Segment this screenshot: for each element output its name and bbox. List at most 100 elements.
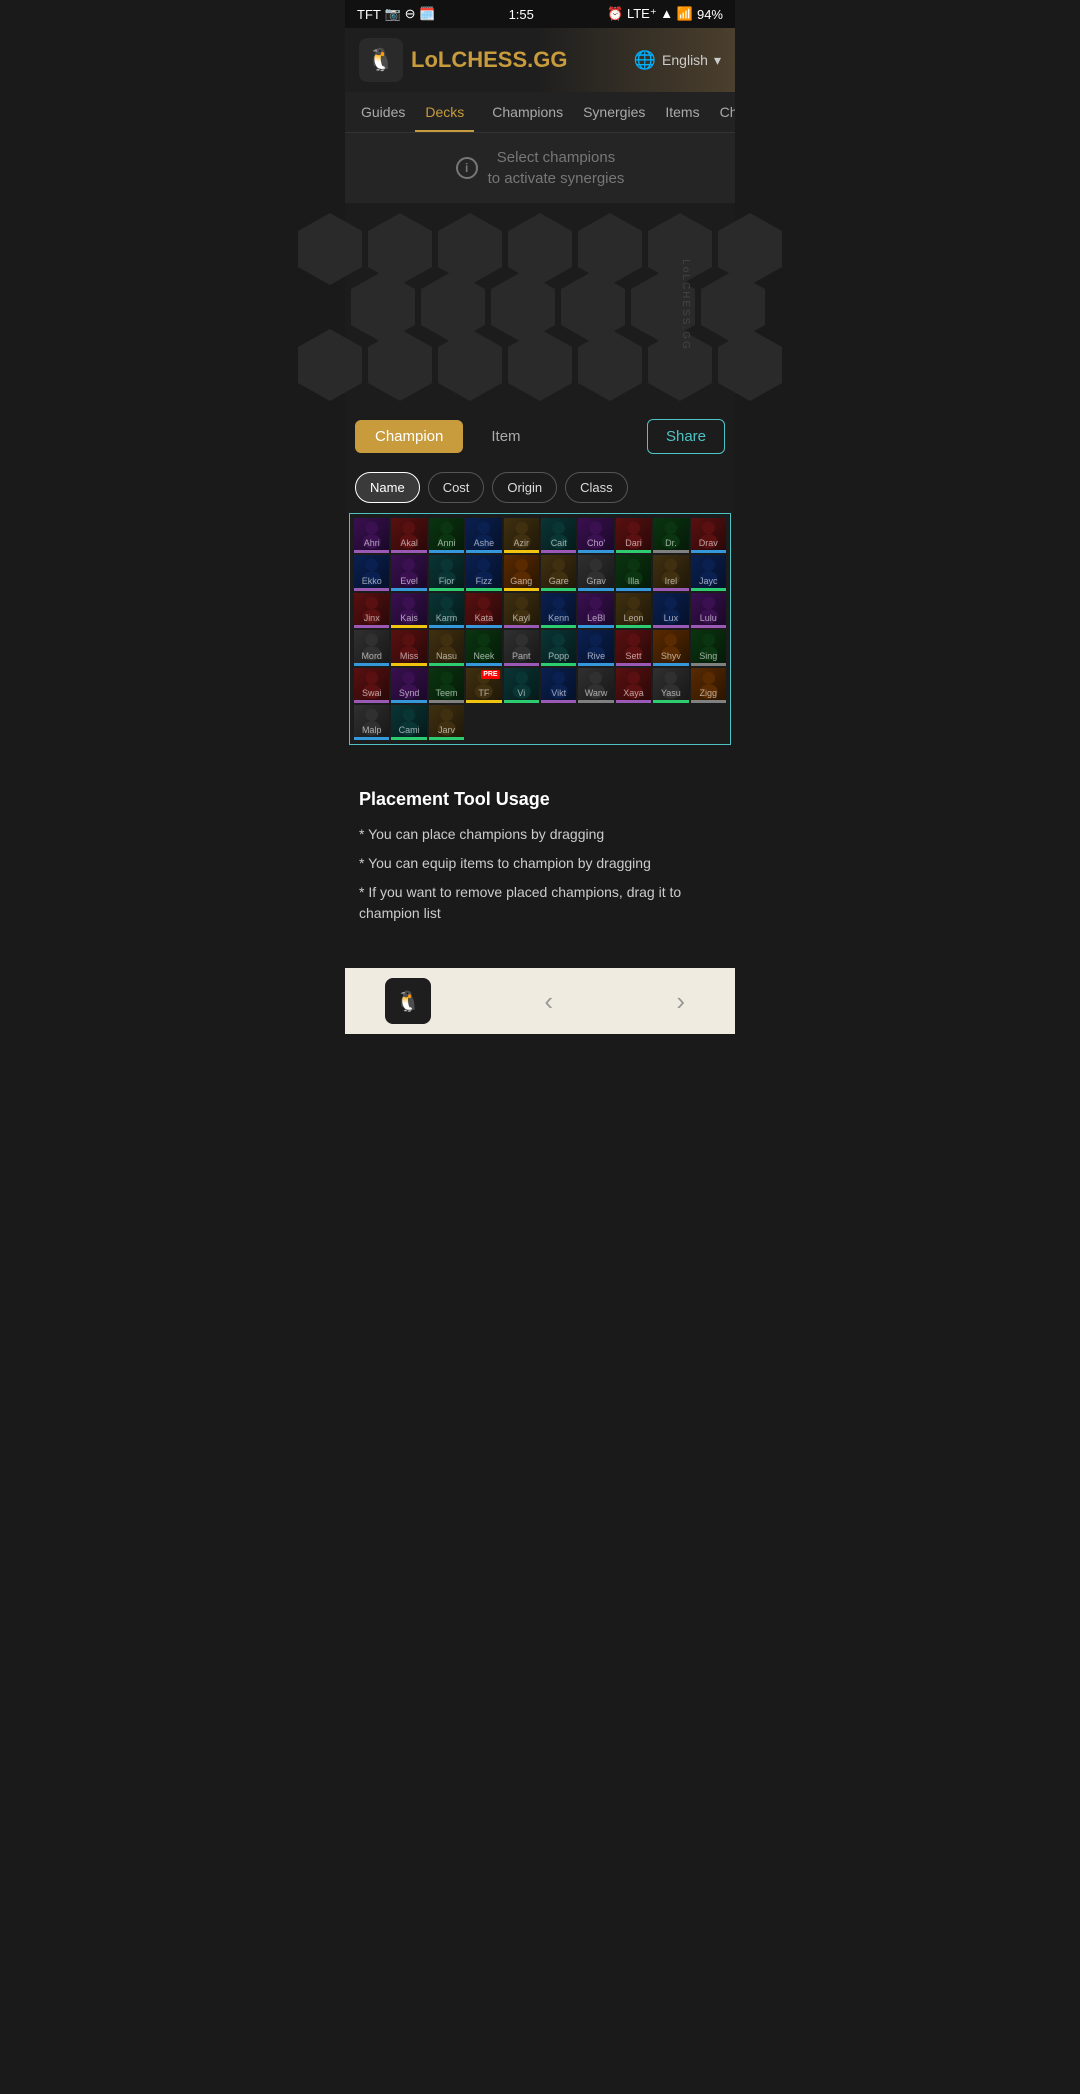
champ-name: Ashe xyxy=(466,538,501,548)
champ-cell-leblanc[interactable]: LeBl xyxy=(578,593,613,628)
champ-name: Sett xyxy=(616,651,651,661)
champ-cell-chogath[interactable]: Cho' xyxy=(578,518,613,553)
forward-button[interactable]: › xyxy=(666,980,695,1023)
champ-name: Kais xyxy=(391,613,426,623)
champ-name: Vikt xyxy=(541,688,576,698)
champ-cell-singed[interactable]: Sing xyxy=(691,630,726,665)
tab-group: Champion Item xyxy=(355,420,541,453)
champ-name: Yasu xyxy=(653,688,688,698)
sort-cost[interactable]: Cost xyxy=(428,472,485,503)
sort-origin[interactable]: Origin xyxy=(492,472,557,503)
champ-cell-jarvan[interactable]: Jarv xyxy=(429,705,464,740)
hex-cell[interactable] xyxy=(298,329,362,401)
champ-cell-caitlyn[interactable]: Cait xyxy=(541,518,576,553)
champ-name: Karm xyxy=(429,613,464,623)
champ-cell-draven[interactable]: Drav xyxy=(691,518,726,553)
champ-cell-azir[interactable]: Azir xyxy=(504,518,539,553)
watermark: LoLCHESS.GG xyxy=(680,259,691,350)
champ-cell-ekko[interactable]: Ekko xyxy=(354,555,389,590)
synergy-hint: i Select championsto activate synergies xyxy=(345,133,735,203)
champ-cell-ashe[interactable]: Ashe xyxy=(466,518,501,553)
champ-cell-akali[interactable]: Akal xyxy=(391,518,426,553)
champ-cell-mordekaiser[interactable]: Mord xyxy=(354,630,389,665)
champ-cell-graves[interactable]: Grav xyxy=(578,555,613,590)
champ-cell-syndra[interactable]: Synd xyxy=(391,668,426,703)
status-right: ⏰ LTE⁺ ▲ 📶 94% xyxy=(607,6,723,22)
champ-cell-ziggs[interactable]: Zigg xyxy=(691,668,726,703)
back-button[interactable]: ‹ xyxy=(534,980,563,1023)
champ-cell-lulu[interactable]: Lulu xyxy=(691,593,726,628)
language-selector[interactable]: 🌐 English ▾ xyxy=(634,50,721,71)
champ-cell-fizz[interactable]: Fizz xyxy=(466,555,501,590)
champ-cell-teemo[interactable]: Teem xyxy=(429,668,464,703)
sort-class[interactable]: Class xyxy=(565,472,628,503)
champ-cell-missfortune[interactable]: Miss xyxy=(391,630,426,665)
champ-cell-fiora[interactable]: Fior xyxy=(429,555,464,590)
nav-decks[interactable]: Decks xyxy=(415,92,474,132)
champ-name: Jinx xyxy=(354,613,389,623)
champ-cell-viktor[interactable]: Vikt xyxy=(541,668,576,703)
champ-cell-yasuo[interactable]: Yasu xyxy=(653,668,688,703)
nav-champions[interactable]: Champions xyxy=(482,92,573,132)
champ-name: Malp xyxy=(354,725,389,735)
nav-synergies[interactable]: Synergies xyxy=(573,92,655,132)
champ-cell-sett[interactable]: Sett xyxy=(616,630,651,665)
sort-name[interactable]: Name xyxy=(355,472,420,503)
item-tab[interactable]: Item xyxy=(471,420,540,453)
champ-name: Kayl xyxy=(504,613,539,623)
champ-name: Lulu xyxy=(691,613,726,623)
champ-name: Popp xyxy=(541,651,576,661)
champ-cell-nasus[interactable]: Nasu xyxy=(429,630,464,665)
language-label: English xyxy=(662,52,708,68)
champ-name: Kenn xyxy=(541,613,576,623)
champion-tab[interactable]: Champion xyxy=(355,420,463,453)
nav-items[interactable]: Items xyxy=(655,92,709,132)
champ-cell-jayce[interactable]: Jayc xyxy=(691,555,726,590)
nav-cheat-sheet[interactable]: Cheat Sheet xyxy=(710,92,735,132)
champ-cell-camille[interactable]: Cami xyxy=(391,705,426,740)
nav-guides[interactable]: Guides xyxy=(351,92,415,132)
champ-name: Anni xyxy=(429,538,464,548)
champ-cell-kennen[interactable]: Kenn xyxy=(541,593,576,628)
champ-name: Jayc xyxy=(691,576,726,586)
champ-name: Swai xyxy=(354,688,389,698)
champ-cell-tf[interactable]: PRETF xyxy=(466,668,501,703)
champ-cell-leona[interactable]: Leon xyxy=(616,593,651,628)
champ-cell-drmundo[interactable]: Dr. xyxy=(653,518,688,553)
champ-cell-kayle[interactable]: Kayl xyxy=(504,593,539,628)
champ-cell-shyvana[interactable]: Shyv xyxy=(653,630,688,665)
champ-cell-kaisa[interactable]: Kais xyxy=(391,593,426,628)
champ-cell-vi[interactable]: Vi xyxy=(504,668,539,703)
champ-cell-annie[interactable]: Anni xyxy=(429,518,464,553)
champ-cell-poppy[interactable]: Popp xyxy=(541,630,576,665)
champ-cell-ahri[interactable]: Ahri xyxy=(354,518,389,553)
champ-cell-evelynn[interactable]: Evel xyxy=(391,555,426,590)
hex-cell[interactable] xyxy=(438,329,502,401)
champ-cell-pantheon[interactable]: Pant xyxy=(504,630,539,665)
champ-cell-neeko[interactable]: Neek xyxy=(466,630,501,665)
champ-cell-xayah[interactable]: Xaya xyxy=(616,668,651,703)
champ-cell-garen[interactable]: Gare xyxy=(541,555,576,590)
hex-cell[interactable] xyxy=(718,329,782,401)
champ-cell-gangplank[interactable]: Gang xyxy=(504,555,539,590)
pre-badge: PRE xyxy=(481,670,499,679)
champ-cell-jinx[interactable]: Jinx xyxy=(354,593,389,628)
champ-cell-warwick[interactable]: Warw xyxy=(578,668,613,703)
champ-cell-katarina[interactable]: Kata xyxy=(466,593,501,628)
champ-name: Neek xyxy=(466,651,501,661)
champ-cell-lux[interactable]: Lux xyxy=(653,593,688,628)
champ-name: Rive xyxy=(578,651,613,661)
champ-name: Cho' xyxy=(578,538,613,548)
champ-cell-illaoi[interactable]: Illa xyxy=(616,555,651,590)
hex-cell[interactable] xyxy=(578,329,642,401)
champ-cell-riven[interactable]: Rive xyxy=(578,630,613,665)
share-button[interactable]: Share xyxy=(647,419,725,454)
globe-icon: 🌐 xyxy=(634,50,656,71)
hex-cell[interactable] xyxy=(508,329,572,401)
champ-cell-swain[interactable]: Swai xyxy=(354,668,389,703)
hex-cell[interactable] xyxy=(368,329,432,401)
champ-cell-karma[interactable]: Karm xyxy=(429,593,464,628)
champ-cell-darius[interactable]: Dari xyxy=(616,518,651,553)
champ-cell-malphite[interactable]: Malp xyxy=(354,705,389,740)
champ-cell-irelia[interactable]: Irel xyxy=(653,555,688,590)
